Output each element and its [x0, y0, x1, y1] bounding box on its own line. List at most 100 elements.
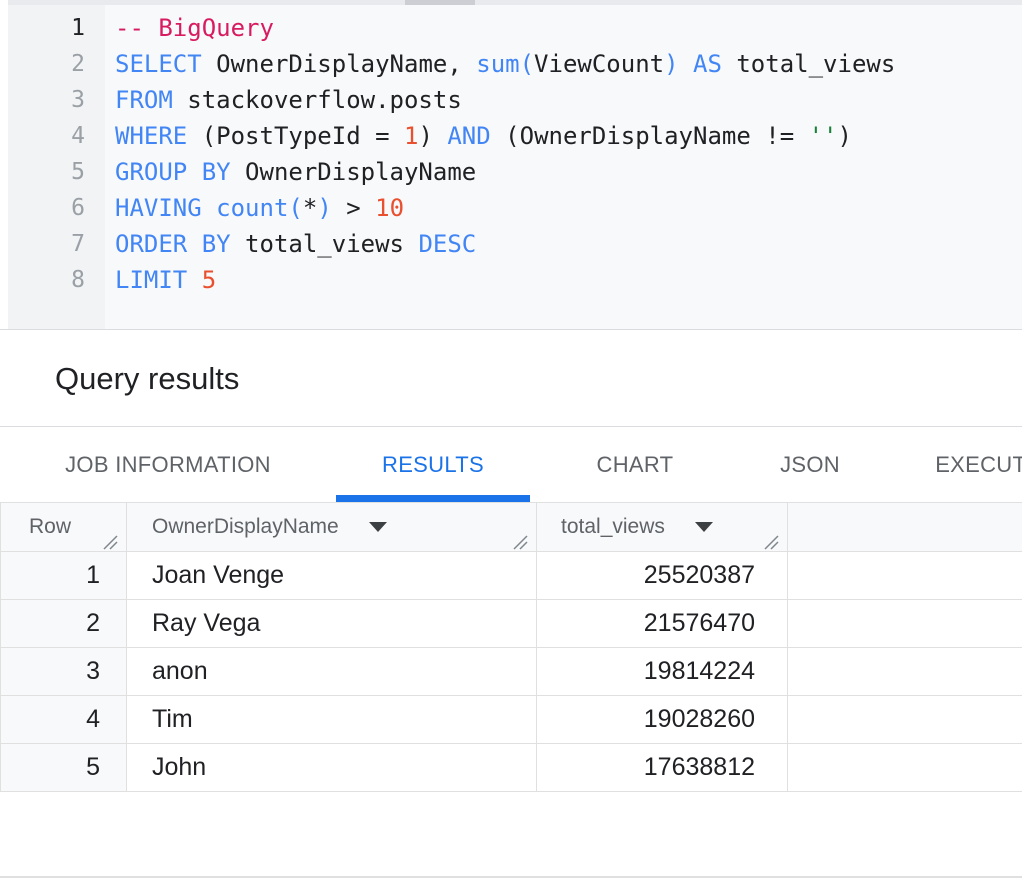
token-keyword: AND [447, 122, 490, 150]
token-keyword: count( [216, 194, 303, 222]
token-keyword: FROM [115, 86, 173, 114]
code-line[interactable]: 7 ORDER BY total_views DESC [0, 226, 1022, 262]
column-header-total-views: total_views [537, 503, 788, 552]
empty-cell [788, 648, 1022, 696]
results-table-header: Row OwnerDisplayName total_views [1, 503, 1022, 552]
results-table-row: 3anon19814224 [1, 648, 1022, 696]
results-table-row: 2Ray Vega21576470 [1, 600, 1022, 648]
code-text: FROM stackoverflow.posts [115, 82, 462, 118]
row-number-cell: 1 [1, 552, 127, 600]
token-comment: -- BigQuery [115, 14, 274, 42]
line-number: 5 [0, 154, 85, 190]
empty-cell [788, 696, 1022, 744]
tab-execution-details[interactable]: EXECUTION DETAILS [880, 427, 1022, 502]
code-lines: 1-- BigQuery2SELECT OwnerDisplayName, su… [0, 10, 1022, 298]
empty-cell [788, 552, 1022, 600]
token-plain: > [332, 194, 375, 222]
token-plain: * [303, 194, 317, 222]
token-plain: stackoverflow.posts [173, 86, 462, 114]
row-number-cell: 4 [1, 696, 127, 744]
row-number-cell: 3 [1, 648, 127, 696]
line-number: 6 [0, 190, 85, 226]
token-plain: (OwnerDisplayName != [491, 122, 809, 150]
token-keyword: ) [317, 194, 331, 222]
code-text: WHERE (PostTypeId = 1) AND (OwnerDisplay… [115, 118, 852, 154]
column-resize-handle[interactable] [101, 533, 118, 550]
token-keyword: SELECT [115, 50, 202, 78]
total-views-cell: 19814224 [537, 648, 788, 696]
column-label: Row [29, 515, 71, 539]
token-string: '' [809, 122, 838, 150]
code-line[interactable]: 5 GROUP BY OwnerDisplayName [0, 154, 1022, 190]
empty-cell [788, 600, 1022, 648]
tab-label: EXECUTION DETAILS [935, 452, 1022, 477]
owner-display-name-cell: John [127, 744, 537, 792]
line-number: 8 [0, 262, 85, 298]
token-keyword: DESC [418, 230, 476, 258]
code-line[interactable]: 8 LIMIT 5 [0, 262, 1022, 298]
column-resize-handle[interactable] [762, 533, 779, 550]
token-plain: total_views [736, 50, 895, 78]
code-line[interactable]: 2 SELECT OwnerDisplayName, sum(ViewCount)… [0, 46, 1022, 82]
line-number: 7 [0, 226, 85, 262]
token-plain: OwnerDisplayName [231, 158, 477, 186]
column-resize-handle[interactable] [511, 533, 528, 550]
owner-display-name-cell: Tim [127, 696, 537, 744]
token-keyword: WHERE [115, 122, 187, 150]
token-keyword: LIMIT [115, 266, 187, 294]
token-keyword: sum( [476, 50, 534, 78]
token-plain: total_views [231, 230, 419, 258]
tab-job-information[interactable]: JOB INFORMATION [0, 427, 336, 502]
token-plain: ) [838, 122, 852, 150]
code-line[interactable]: 6 HAVING count(*) > 10 [0, 190, 1022, 226]
column-label: OwnerDisplayName [152, 515, 339, 539]
code-line[interactable]: 3FROM stackoverflow.posts [0, 82, 1022, 118]
results-table-body: 1Joan Venge255203872Ray Vega215764703ano… [1, 552, 1022, 792]
total-views-cell: 19028260 [537, 696, 788, 744]
token-keyword: ) [664, 50, 678, 78]
sql-editor-panel[interactable]: 1-- BigQuery2SELECT OwnerDisplayName, su… [0, 5, 1022, 330]
token-number: 1 [404, 122, 418, 150]
token-number: 5 [202, 266, 216, 294]
column-header-empty [788, 503, 1022, 552]
code-text: ORDER BY total_views DESC [115, 226, 476, 262]
results-table: Row OwnerDisplayName total_views 1Joan Ven… [0, 502, 1022, 792]
tab-results[interactable]: RESULTS [336, 427, 530, 502]
column-header-ownerdisplayname: OwnerDisplayName [127, 503, 537, 552]
token-number: 10 [375, 194, 404, 222]
tab-json[interactable]: JSON [740, 427, 880, 502]
tab-label: JOB INFORMATION [65, 452, 271, 477]
token-plain [202, 194, 216, 222]
owner-display-name-cell: Ray Vega [127, 600, 537, 648]
total-views-cell: 17638812 [537, 744, 788, 792]
column-header-inner [788, 503, 1022, 551]
code-line[interactable]: 4WHERE (PostTypeId = 1) AND (OwnerDispla… [0, 118, 1022, 154]
sort-dropdown-icon[interactable] [695, 522, 713, 532]
results-table-row: 5John17638812 [1, 744, 1022, 792]
tab-label: CHART [597, 452, 674, 477]
sort-dropdown-icon[interactable] [369, 522, 387, 532]
token-keyword: GROUP BY [115, 158, 231, 186]
code-text: SELECT OwnerDisplayName, sum(ViewCount) … [115, 46, 895, 82]
code-text: HAVING count(*) > 10 [115, 190, 404, 226]
total-views-cell: 21576470 [537, 600, 788, 648]
code-text: GROUP BY OwnerDisplayName [115, 154, 476, 190]
bigquery-results-view: 1-- BigQuery2SELECT OwnerDisplayName, su… [0, 0, 1022, 878]
code-line[interactable]: 1-- BigQuery [0, 10, 1022, 46]
token-keyword: ORDER BY [115, 230, 231, 258]
token-plain: OwnerDisplayName, [202, 50, 477, 78]
results-table-row: 1Joan Venge25520387 [1, 552, 1022, 600]
tab-chart[interactable]: CHART [530, 427, 740, 502]
query-results-header: Query results [0, 330, 1022, 427]
token-plain [187, 266, 201, 294]
results-tabs: JOB INFORMATION RESULTS CHART JSON EXECUTION… [0, 427, 1022, 502]
owner-display-name-cell: anon [127, 648, 537, 696]
empty-cell [788, 744, 1022, 792]
header-row: Row OwnerDisplayName total_views [1, 503, 1022, 552]
row-number-cell: 5 [1, 744, 127, 792]
line-number: 2 [0, 46, 85, 82]
tab-label: RESULTS [382, 452, 484, 477]
token-keyword: HAVING [115, 194, 202, 222]
row-number-cell: 2 [1, 600, 127, 648]
owner-display-name-cell: Joan Venge [127, 552, 537, 600]
